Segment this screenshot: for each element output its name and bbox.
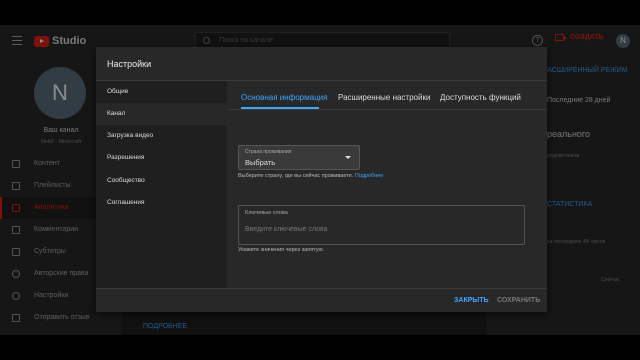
country-value: Выбрать [245,158,276,167]
nav-label: Канал [107,110,126,117]
tab-basic-info[interactable]: Основная информация [241,93,327,102]
learn-more-link[interactable]: Подробнее [355,173,384,179]
tab-advanced-settings[interactable]: Расширенные настройки [338,93,430,102]
country-hint: Выберите страну, где вы сейчас проживает… [238,173,383,179]
nav-label: Соглашения [107,199,145,206]
country-hint-text: Выберите страну, где вы сейчас проживает… [238,173,354,179]
tab-feature-eligibility[interactable]: Доступность функций [440,93,521,102]
nav-label: Разрешения [107,154,145,161]
keywords-placeholder: Введите ключевые слова [245,226,328,233]
dropdown-caret-icon [345,156,351,159]
divider [96,288,547,289]
country-label: Страна проживания [245,149,292,155]
country-select[interactable]: Страна проживания Выбрать [238,145,360,170]
keywords-field[interactable]: Ключевые слова Введите ключевые слова [238,205,525,245]
dialog-title: Настройки [107,59,152,69]
settings-nav-agreements[interactable]: Соглашения [96,192,227,214]
keywords-label: Ключевые слова [245,210,288,216]
nav-label: Сообщество [107,177,145,184]
divider [227,109,547,110]
nav-label: Общие [107,88,129,95]
settings-nav-community[interactable]: Сообщество [96,170,227,192]
settings-nav-permissions[interactable]: Разрешения [96,147,227,169]
keywords-hint: Укажите значения через запятую. [238,247,325,253]
settings-nav-channel[interactable]: Канал [96,103,227,125]
save-button[interactable]: СОХРАНИТЬ [497,297,540,304]
settings-nav-upload-defaults[interactable]: Загрузка видео [96,125,227,147]
close-button[interactable]: ЗАКРЫТЬ [454,297,489,304]
settings-content: Основная информация Расширенные настройк… [227,81,547,288]
settings-dialog: Настройки Общие Канал Загрузка видео Раз… [96,47,547,312]
studio-window: Studio Поиск на канале ? СОЗДАТЬ N N Ваш… [0,25,640,335]
nav-label: Загрузка видео [107,132,154,139]
settings-nav-general[interactable]: Общие [96,81,227,103]
settings-nav: Общие Канал Загрузка видео Разрешения Со… [96,81,227,288]
